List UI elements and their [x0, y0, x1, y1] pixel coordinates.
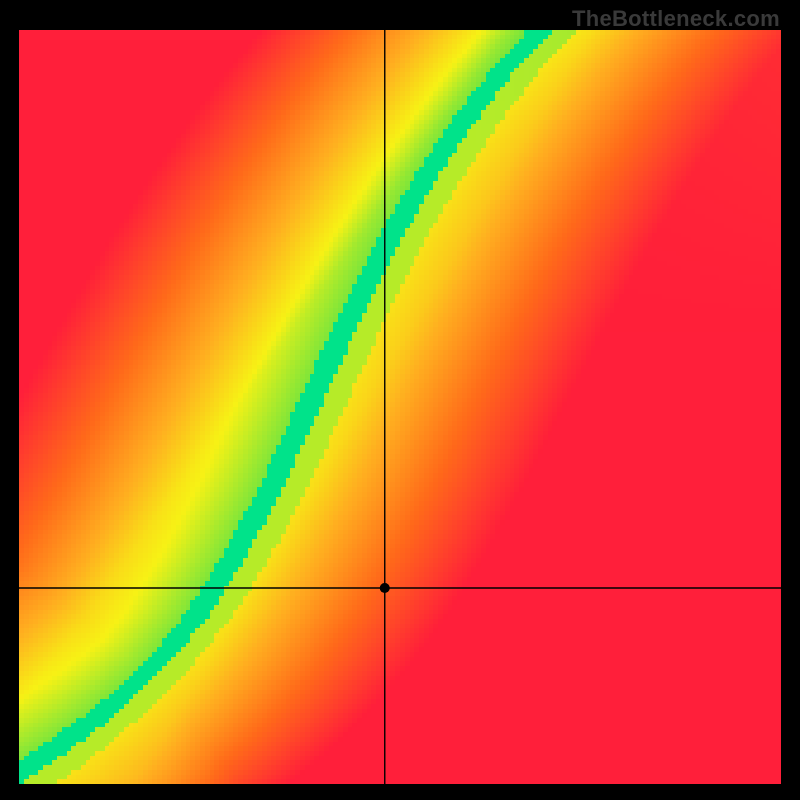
watermark-text: TheBottleneck.com — [572, 6, 780, 32]
chart-stage: TheBottleneck.com — [0, 0, 800, 800]
bottleneck-heatmap — [0, 0, 800, 800]
